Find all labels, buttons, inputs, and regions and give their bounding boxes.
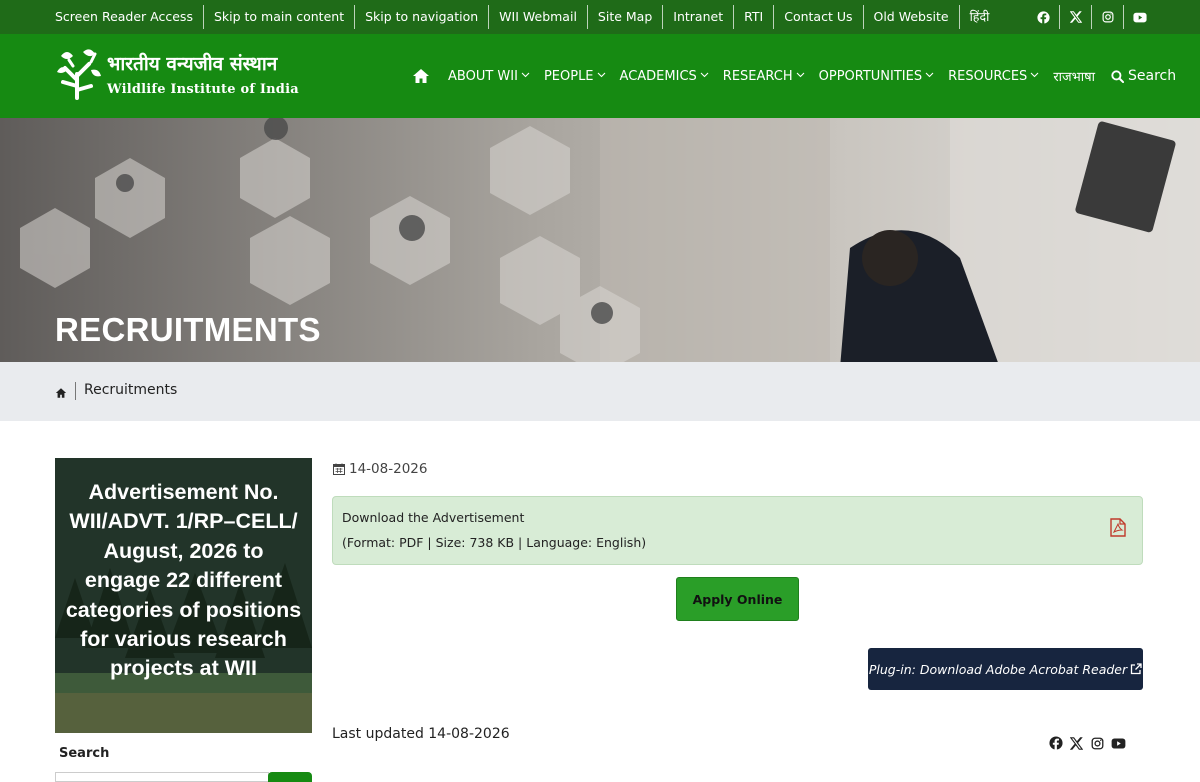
nav-label: PEOPLE [543, 68, 594, 84]
x-icon[interactable] [1066, 734, 1087, 752]
advertisement-card-text: Advertisement No. WII/ADVT. 1/RP–CELL/ A… [65, 480, 302, 681]
last-updated-text: Last updated 14-08-2026 [332, 726, 510, 742]
calendar-icon [333, 463, 349, 475]
home-icon[interactable] [412, 68, 430, 84]
chevron-down-icon [700, 71, 709, 81]
nav-resources[interactable]: RESOURCES [948, 69, 1039, 84]
nav-label: ABOUT WII [448, 68, 518, 84]
sidebar-search-label: Search [59, 746, 110, 761]
nav-about-wii[interactable]: ABOUT WII [448, 69, 530, 84]
post-date: 14-08-2026 [333, 461, 427, 477]
rti-link[interactable]: RTI [734, 5, 775, 29]
home-icon[interactable] [55, 384, 67, 403]
hindi-language-link[interactable]: हिंदी [960, 5, 1000, 29]
download-title: Download the Advertisement [342, 510, 525, 525]
download-advertisement-box[interactable]: Download the Advertisement (Format: PDF … [332, 496, 1143, 565]
chevron-down-icon [1030, 71, 1039, 81]
wii-emblem-icon [57, 49, 101, 100]
search-icon [1111, 69, 1125, 83]
chevron-down-icon [597, 71, 606, 81]
nav-people[interactable]: PEOPLE [544, 69, 606, 84]
old-website-link[interactable]: Old Website [864, 5, 960, 29]
breadcrumb: Recruitments [0, 362, 1200, 421]
post-date-text: 14-08-2026 [349, 461, 428, 477]
youtube-icon[interactable] [1108, 734, 1129, 752]
youtube-icon[interactable] [1123, 5, 1155, 29]
chevron-down-icon [796, 71, 805, 81]
nav-academics[interactable]: ACADEMICS [620, 69, 709, 84]
main-header: भारतीय वन्यजीव संस्थान Wildlife Institut… [0, 34, 1200, 118]
top-social-links [1027, 0, 1155, 34]
pdf-icon[interactable] [1110, 518, 1126, 541]
sidebar-search-input[interactable] [55, 772, 269, 782]
nav-label: RESOURCES [948, 68, 1028, 84]
skip-to-navigation-link[interactable]: Skip to navigation [355, 5, 490, 29]
top-utility-bar: Screen Reader Access Skip to main conten… [0, 0, 1200, 34]
adobe-reader-download-button[interactable]: Plug-in: Download Adobe Acrobat Reader [868, 648, 1143, 690]
facebook-icon[interactable] [1045, 734, 1066, 752]
main-nav: ABOUT WII PEOPLE ACADEMICS RESEARCH OPPO… [412, 34, 1190, 118]
nav-rajbhasha[interactable]: राजभाषा [1053, 67, 1095, 85]
breadcrumb-current: Recruitments [84, 382, 178, 398]
chevron-down-icon [925, 71, 934, 81]
wii-logo[interactable]: भारतीय वन्यजीव संस्थान Wildlife Institut… [55, 46, 315, 104]
download-meta: (Format: PDF | Size: 738 KB | Language: … [342, 535, 647, 550]
x-icon[interactable] [1059, 5, 1091, 29]
external-link-icon [1127, 663, 1142, 675]
site-map-link[interactable]: Site Map [588, 5, 664, 29]
instagram-icon[interactable] [1091, 5, 1123, 29]
skip-to-main-content-link[interactable]: Skip to main content [204, 5, 356, 29]
plugin-label: Plug-in: Download Adobe Acrobat Reader [868, 661, 1128, 677]
nav-search-label: Search [1128, 68, 1177, 84]
instagram-icon[interactable] [1087, 734, 1108, 752]
nav-label: OPPORTUNITIES [818, 68, 923, 84]
contact-us-link[interactable]: Contact Us [774, 5, 864, 29]
page-title: RECRUITMENTS [55, 311, 321, 348]
breadcrumb-separator [75, 382, 76, 400]
nav-label: राजभाषा [1053, 70, 1096, 85]
nav-opportunities[interactable]: OPPORTUNITIES [819, 69, 935, 84]
nav-research[interactable]: RESEARCH [723, 69, 805, 84]
nav-label: ACADEMICS [619, 68, 697, 84]
advertisement-card[interactable]: Advertisement No. WII/ADVT. 1/RP–CELL/ A… [55, 458, 312, 733]
logo-hindi-text: भारतीय वन्यजीव संस्थान [107, 53, 278, 75]
wii-webmail-link[interactable]: WII Webmail [489, 5, 588, 29]
page-banner: RECRUITMENTS [0, 118, 1200, 362]
nav-search[interactable]: Search [1111, 68, 1176, 84]
facebook-icon[interactable] [1027, 5, 1059, 29]
nav-label: RESEARCH [722, 68, 793, 84]
sidebar-search-button[interactable] [268, 772, 312, 782]
top-links: Screen Reader Access Skip to main conten… [45, 0, 999, 34]
logo-english-text: Wildlife Institute of India [107, 82, 299, 97]
intranet-link[interactable]: Intranet [663, 5, 735, 29]
chevron-down-icon [521, 71, 530, 81]
screen-reader-access-link[interactable]: Screen Reader Access [45, 5, 204, 29]
share-icons [1045, 734, 1129, 752]
apply-online-button[interactable]: Apply Online [676, 577, 799, 621]
